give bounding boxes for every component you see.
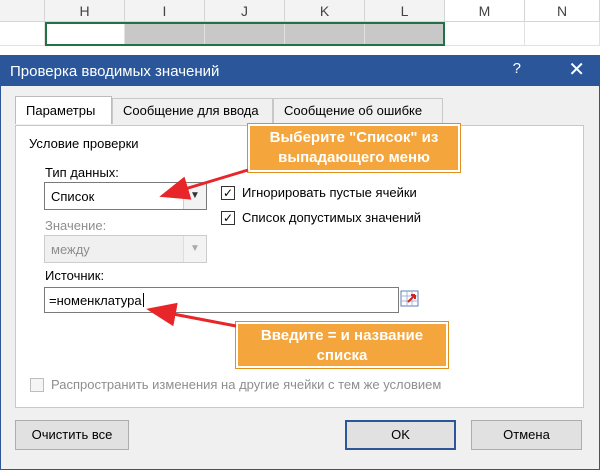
column-header-row: H I J K L M N — [0, 0, 600, 22]
callout-select-list: Выберите "Список" из выпадающего меню — [247, 123, 461, 173]
data-type-label: Тип данных: — [45, 165, 119, 180]
chevron-down-icon: ▼ — [183, 236, 206, 262]
tab-input-message[interactable]: Сообщение для ввода — [112, 98, 273, 124]
callout-select-list-line2: выпадающего меню — [278, 149, 430, 166]
callout-enter-name-line1: Введите = и название — [260, 327, 424, 344]
chevron-down-icon[interactable]: ▼ — [183, 183, 206, 209]
callout-enter-name-line2: списка — [316, 347, 368, 364]
propagate-checkbox[interactable] — [30, 378, 44, 392]
value-select-value: между — [51, 242, 90, 257]
group-label: Условие проверки — [29, 136, 139, 151]
tab-parameters[interactable]: Параметры — [15, 96, 112, 124]
spreadsheet-area: H I J K L M N — [0, 0, 600, 55]
column-header-h[interactable]: H — [45, 0, 125, 22]
source-input[interactable]: =номенклатура — [44, 287, 399, 313]
column-header-k[interactable]: K — [285, 0, 365, 22]
column-header-n[interactable]: N — [525, 0, 600, 22]
column-header-left-blank — [0, 0, 45, 22]
value-label: Значение: — [45, 218, 107, 233]
ok-button[interactable]: OK — [345, 420, 456, 450]
column-header-l[interactable]: L — [365, 0, 445, 22]
cell[interactable] — [0, 22, 45, 46]
callout-select-list-line1: Выберите "Список" из — [269, 129, 439, 146]
ignore-blank-checkbox[interactable]: ✓ — [221, 186, 235, 200]
dialog-titlebar[interactable]: Проверка вводимых значений ? ✕ — [1, 56, 599, 86]
tab-error-message[interactable]: Сообщение об ошибке — [273, 98, 443, 124]
help-button[interactable]: ? — [513, 60, 521, 77]
data-type-value: Список — [51, 189, 95, 204]
close-button[interactable]: ✕ — [568, 57, 585, 82]
selection-border — [45, 22, 445, 46]
cell[interactable] — [445, 22, 525, 46]
cancel-button[interactable]: Отмена — [471, 420, 582, 450]
cell[interactable] — [525, 22, 600, 46]
dialog-title: Проверка вводимых значений — [10, 63, 220, 80]
column-header-j[interactable]: J — [205, 0, 285, 22]
dropdown-list-checkbox[interactable]: ✓ — [221, 211, 235, 225]
ignore-blank-label[interactable]: Игнорировать пустые ячейки — [242, 185, 417, 200]
range-select-icon[interactable] — [399, 288, 423, 312]
clear-all-button[interactable]: Очистить все — [15, 420, 129, 450]
column-header-m[interactable]: M — [445, 0, 525, 22]
source-label: Источник: — [45, 268, 105, 283]
value-select[interactable]: между ▼ — [44, 235, 207, 263]
data-type-select[interactable]: Список ▼ — [44, 182, 207, 210]
data-validation-dialog: Проверка вводимых значений ? ✕ Параметры… — [0, 55, 600, 470]
column-header-i[interactable]: I — [125, 0, 205, 22]
callout-enter-name: Введите = и название списка — [235, 321, 449, 369]
propagate-label[interactable]: Распространить изменения на другие ячейк… — [51, 377, 441, 392]
dropdown-list-label[interactable]: Список допустимых значений — [242, 210, 421, 225]
source-input-value: =номенклатура — [49, 293, 144, 308]
